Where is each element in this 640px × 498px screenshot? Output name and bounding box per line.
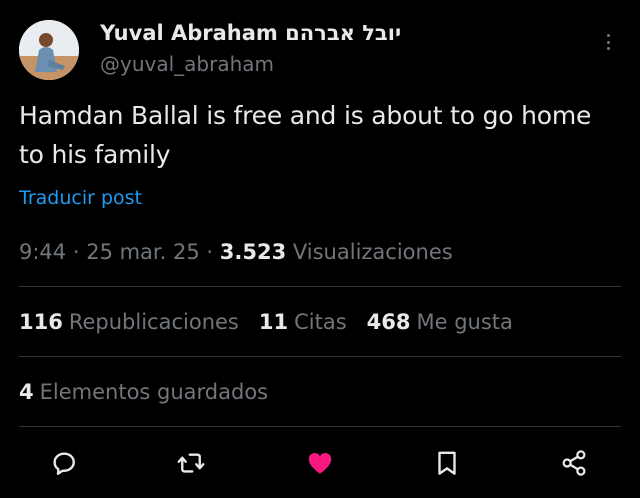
- bookmark-icon: [438, 451, 456, 475]
- action-bar: [0, 440, 640, 490]
- avatar[interactable]: [19, 20, 79, 80]
- heart-filled-icon: [308, 453, 332, 474]
- quotes-label: Citas: [294, 310, 347, 334]
- share-button[interactable]: [557, 446, 591, 480]
- bookmarks-count: 4: [19, 380, 34, 404]
- divider: [19, 286, 621, 287]
- quotes-count: 11: [258, 310, 289, 334]
- likes-count: 468: [366, 310, 411, 334]
- repost-button[interactable]: [174, 446, 208, 480]
- bookmarks-label: Elementos guardados: [39, 380, 269, 404]
- views-count: 3.523: [219, 240, 287, 264]
- author-handle[interactable]: @yuval_abraham: [100, 50, 274, 78]
- meta-separator: ·: [66, 240, 87, 264]
- translate-post-link[interactable]: Traducir post: [19, 184, 142, 212]
- likes-stat[interactable]: 468 Me gusta: [367, 307, 513, 337]
- author-display-name[interactable]: Yuval Abraham יובל אברהם: [100, 18, 401, 48]
- like-button[interactable]: [303, 446, 337, 480]
- quotes-stat[interactable]: 11 Citas: [259, 307, 347, 337]
- reposts-stat[interactable]: 116 Republicaciones: [19, 307, 239, 337]
- divider: [19, 426, 621, 427]
- more-dot: [606, 34, 610, 37]
- post-meta: 9:44 · 25 mar. 25 · 3.523 Visualizacione…: [19, 237, 453, 267]
- reposts-label: Republicaciones: [68, 310, 239, 334]
- bookmarks-stat[interactable]: 4 Elementos guardados: [19, 377, 268, 407]
- engagement-stats: 116 Republicaciones 11 Citas 468 Me gust…: [19, 307, 513, 337]
- views-label-gap: [286, 240, 293, 264]
- reposts-count: 116: [19, 310, 63, 334]
- more-dot: [606, 40, 610, 44]
- avatar-photo: [19, 20, 79, 80]
- views-label: Visualizaciones: [292, 240, 453, 264]
- post-date[interactable]: 25 mar. 25: [86, 240, 200, 264]
- reply-button[interactable]: [47, 446, 81, 480]
- more-dot: [606, 47, 610, 50]
- post-time[interactable]: 9:44: [19, 240, 66, 264]
- likes-label: Me gusta: [416, 310, 513, 334]
- tweet-detail: Yuval Abraham יובל אברהם @yuval_abraham …: [0, 0, 640, 498]
- meta-separator: ·: [199, 240, 220, 264]
- divider: [19, 356, 621, 357]
- post-text: Hamdan Ballal is free and is about to go…: [19, 101, 592, 169]
- bookmark-button[interactable]: [430, 446, 464, 480]
- more-icon[interactable]: [598, 34, 618, 50]
- share-icon: [562, 450, 586, 476]
- repost-icon: [177, 453, 205, 473]
- reply-icon: [53, 452, 75, 475]
